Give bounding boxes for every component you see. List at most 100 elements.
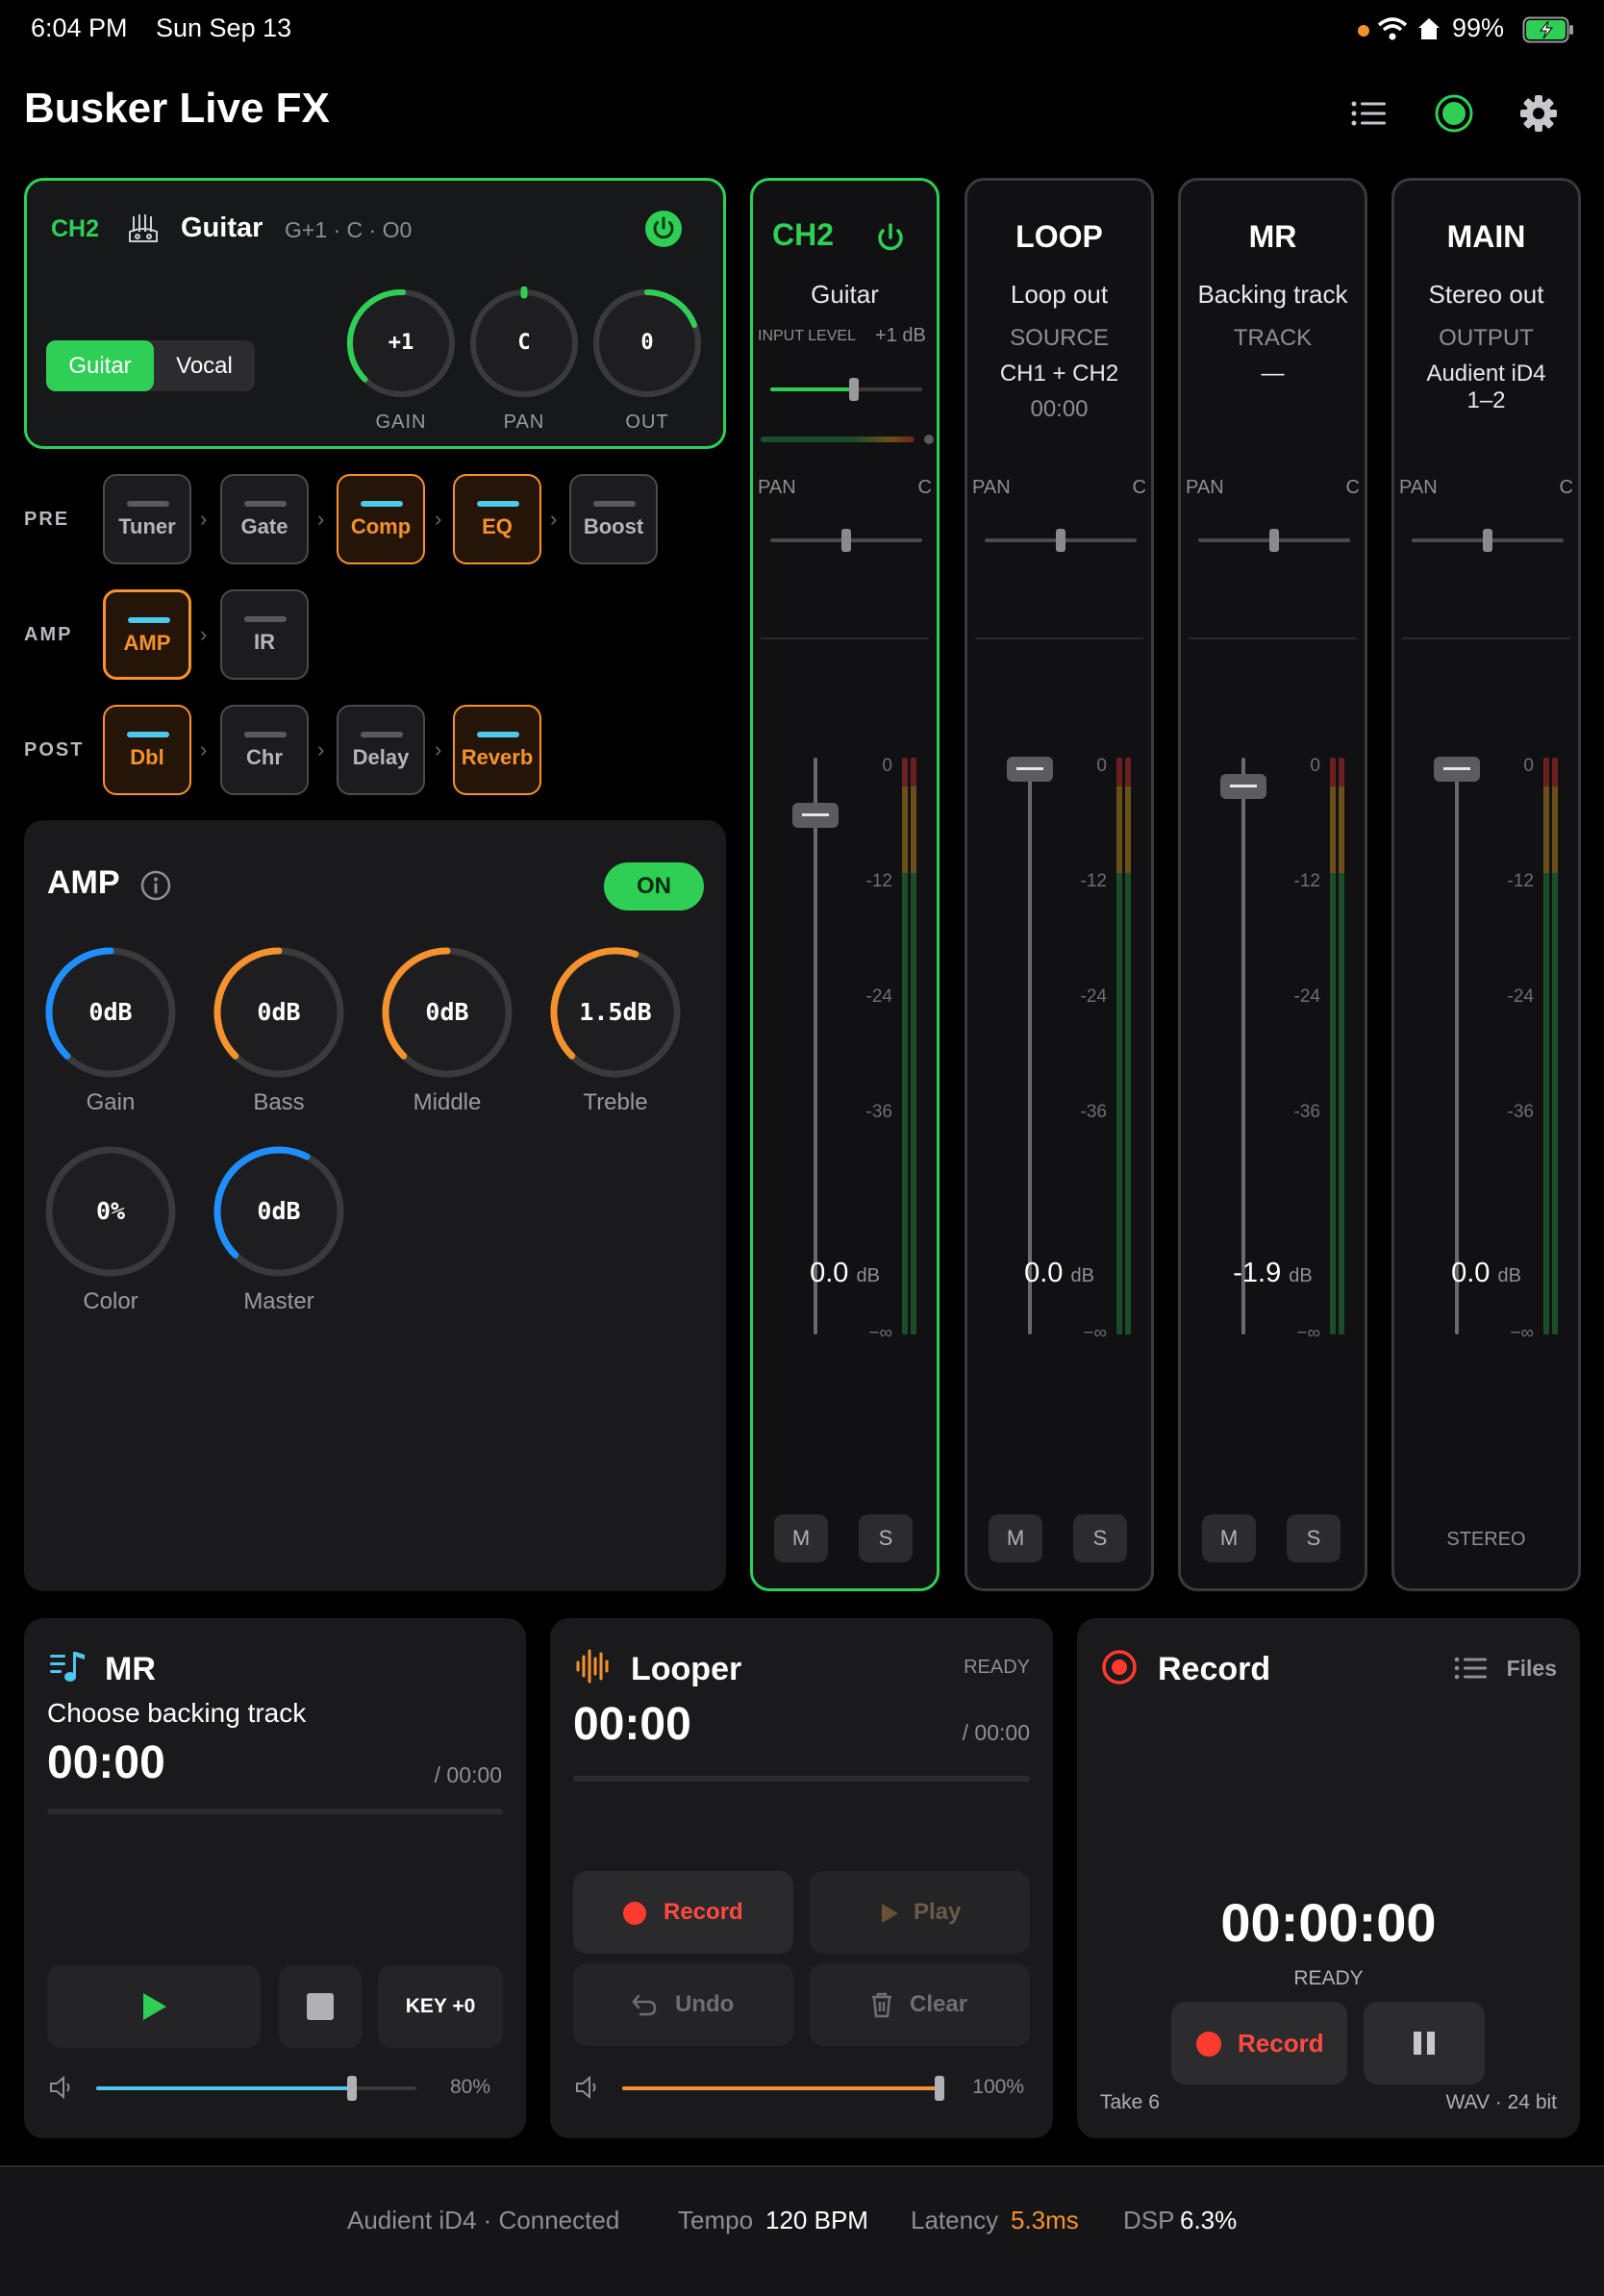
looper-volume-slider[interactable] xyxy=(622,2076,944,2101)
meter-scale-label: -36 xyxy=(1080,1102,1107,1122)
strip-loop: LOOP Loop out SOURCE CH1 + CH2 00:00 PAN… xyxy=(965,178,1154,1591)
status-time: 6:04 PM xyxy=(31,13,128,42)
strip-main-fader-cap[interactable] xyxy=(1434,757,1480,782)
trash-icon xyxy=(872,1992,891,2018)
strip-loop-fader-cap[interactable] xyxy=(1007,757,1053,782)
mr-progress-bar[interactable] xyxy=(47,1809,503,1814)
fx-boost-button[interactable]: Boost xyxy=(569,474,658,564)
strip-mr-value: — xyxy=(1261,361,1285,387)
guitar-amp-icon xyxy=(129,214,158,242)
looper-progress-bar[interactable] xyxy=(573,1776,1030,1782)
mr-volume-slider[interactable] xyxy=(96,2076,416,2101)
solo-button[interactable]: S xyxy=(859,1514,913,1562)
mr-stop-button[interactable] xyxy=(279,1965,362,2048)
fx-chr-button[interactable]: Chr xyxy=(220,705,309,795)
mr-volume-value: 80% xyxy=(449,2076,490,2098)
list-icon[interactable] xyxy=(1348,92,1391,135)
fx-delay-button[interactable]: Delay xyxy=(337,705,425,795)
strip-power-icon[interactable] xyxy=(873,221,908,256)
solo-button[interactable]: S xyxy=(1287,1514,1341,1562)
strip-meter-r xyxy=(1339,758,1344,1335)
strip-pan-thumb[interactable] xyxy=(1269,529,1279,552)
amp-bass-knob[interactable]: 0dB xyxy=(212,945,346,1080)
strip-loop-db-unit: dB xyxy=(1070,1265,1094,1286)
mode-guitar-button[interactable]: Guitar xyxy=(46,340,154,391)
pan-knob[interactable]: C xyxy=(467,286,581,400)
strip-pan-value: C xyxy=(1559,477,1573,498)
settings-gear-icon[interactable] xyxy=(1517,92,1560,135)
mode-vocal-button[interactable]: Vocal xyxy=(154,340,255,391)
fx-reverb-button[interactable]: Reverb xyxy=(453,705,541,795)
gain-knob[interactable]: +1 xyxy=(344,287,458,400)
strip-pan-thumb[interactable] xyxy=(1056,529,1065,552)
status-date: Sun Sep 13 xyxy=(156,13,292,42)
record-dot-icon xyxy=(623,1902,646,1925)
looper-clear-button[interactable]: Clear xyxy=(810,1963,1030,2046)
mr-play-button[interactable] xyxy=(47,1965,261,2048)
fx-gate-button[interactable]: Gate xyxy=(220,474,309,564)
strip-mr-fader-track[interactable] xyxy=(1241,758,1245,1335)
amp-bass-value: 0dB xyxy=(257,998,301,1026)
files-list-icon[interactable] xyxy=(1454,1656,1489,1681)
info-icon[interactable] xyxy=(140,870,171,901)
fx-tuner-button[interactable]: Tuner xyxy=(103,474,191,564)
amp-gain-knob[interactable]: 0dB xyxy=(43,945,178,1080)
mr-prompt[interactable]: Choose backing track xyxy=(47,1698,306,1729)
record-button[interactable]: Record xyxy=(1171,2002,1347,2084)
record-button-label: Record xyxy=(1238,2029,1324,2058)
record-icon xyxy=(1102,1650,1137,1685)
strip-pan-thumb[interactable] xyxy=(1483,529,1492,552)
mute-button[interactable]: M xyxy=(989,1514,1042,1562)
strip-mr-db: -1.9 dB xyxy=(1181,1258,1365,1289)
looper-play-button[interactable]: Play xyxy=(810,1871,1030,1954)
strip-mr-fader-cap[interactable] xyxy=(1220,774,1266,799)
chevron-right-icon: › xyxy=(317,737,325,761)
strip-ch2-fader-track[interactable] xyxy=(814,758,817,1335)
channel-power-icon[interactable] xyxy=(644,210,683,248)
strip-main-sub: Stereo out xyxy=(1428,280,1544,309)
meter-scale-label: -12 xyxy=(1507,871,1534,891)
mr-volume-thumb[interactable] xyxy=(347,2076,358,2101)
strip-main-fader-track[interactable] xyxy=(1455,758,1459,1335)
amp-on-toggle[interactable]: ON xyxy=(604,862,704,911)
tempo-label: Tempo xyxy=(678,2206,754,2234)
chevron-right-icon: › xyxy=(200,737,208,761)
looper-record-label: Record xyxy=(664,1899,743,1925)
amp-master-label: Master xyxy=(243,1288,314,1314)
mute-button[interactable]: M xyxy=(774,1514,828,1562)
strip-loop-fader-track[interactable] xyxy=(1028,758,1032,1335)
amp-middle-knob[interactable]: 0dB xyxy=(380,945,514,1080)
meter-scale-label: 0 xyxy=(1523,756,1534,776)
gain-value: +1 xyxy=(388,331,414,355)
fx-ir-button[interactable]: IR xyxy=(220,589,309,680)
record-title: Record xyxy=(1158,1651,1271,1687)
play-icon xyxy=(882,1904,898,1923)
meter-scale-label: -12 xyxy=(865,871,892,891)
looper-record-button[interactable]: Record xyxy=(573,1871,793,1954)
input-level-thumb[interactable] xyxy=(849,378,859,401)
amp-treble-knob[interactable]: 1.5dB xyxy=(548,945,683,1080)
fx-amp-button[interactable]: AMP xyxy=(103,589,191,680)
privacy-dot-icon xyxy=(1358,25,1369,37)
looper-undo-button[interactable]: Undo xyxy=(573,1963,793,2046)
chain-pre-label: PRE xyxy=(24,509,70,530)
amp-master-knob[interactable]: 0dB xyxy=(212,1144,346,1279)
fx-dbl-button[interactable]: Dbl xyxy=(103,705,191,795)
fx-eq-button[interactable]: EQ xyxy=(453,474,541,564)
pause-icon xyxy=(1414,2032,1421,2055)
solo-button[interactable]: S xyxy=(1073,1514,1127,1562)
strip-pan-thumb[interactable] xyxy=(841,529,851,552)
looper-volume-thumb[interactable] xyxy=(935,2076,944,2101)
amp-middle-label: Middle xyxy=(413,1089,482,1115)
connection-status-icon[interactable] xyxy=(1433,92,1475,135)
files-button[interactable]: Files xyxy=(1507,1656,1557,1682)
mute-button[interactable]: M xyxy=(1202,1514,1256,1562)
amp-color-knob[interactable]: 0% xyxy=(43,1144,178,1279)
input-level-slider[interactable] xyxy=(770,378,922,401)
strip-ch2-fader-cap[interactable] xyxy=(792,803,839,828)
mr-key-button[interactable]: KEY +0 xyxy=(378,1965,503,2048)
fx-comp-button[interactable]: Comp xyxy=(337,474,425,564)
pause-button[interactable] xyxy=(1364,2002,1485,2084)
out-knob[interactable]: 0 xyxy=(590,287,704,400)
strip-main-name: MAIN xyxy=(1446,219,1526,254)
